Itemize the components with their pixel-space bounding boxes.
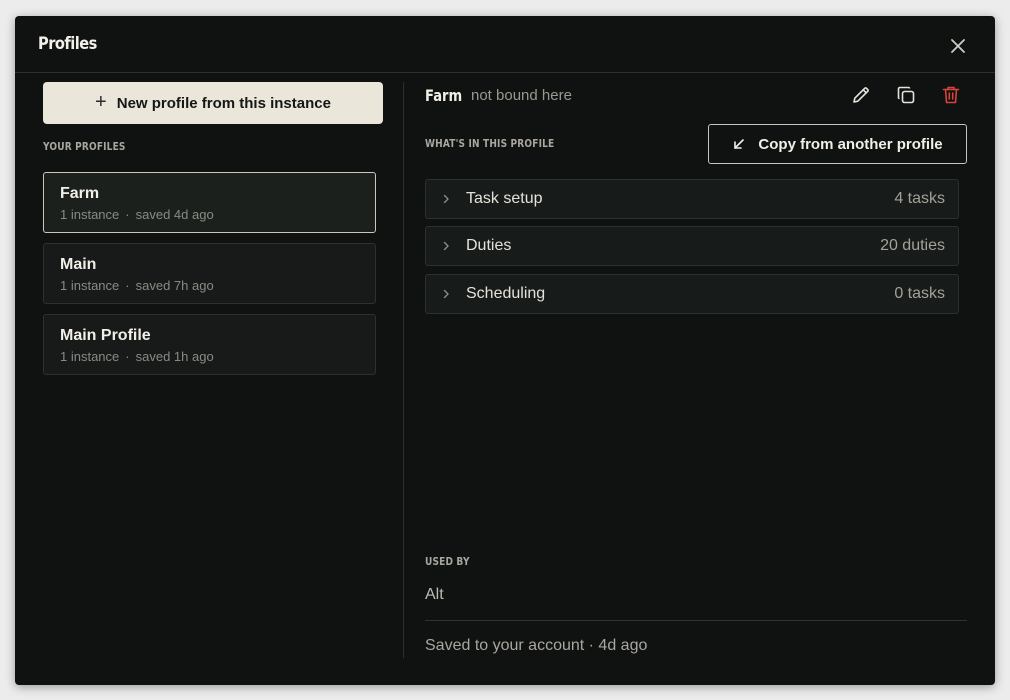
section-label: Task setup [466,190,543,207]
your-profiles-heading: YOUR PROFILES [43,140,126,153]
rename-button[interactable] [850,84,872,106]
plus-icon: + [95,90,107,113]
close-icon [951,39,965,53]
profile-contents-heading: WHAT'S IN THIS PROFILE [425,137,555,150]
delete-button[interactable] [940,84,962,106]
chevron-right-icon [443,194,449,204]
arrow-down-left-icon [734,139,745,149]
profile-instances: 1 instance [60,207,120,222]
meta-separator: · [125,278,130,293]
dialog-header: Profiles [15,16,995,73]
duplicate-icon [897,86,915,104]
profile-instances: 1 instance [60,349,120,364]
section-row-scheduling[interactable]: Scheduling 0 tasks [425,274,959,314]
profile-card-farm[interactable]: Farm 1 instance · saved 4d ago [43,172,376,233]
profile-card-main[interactable]: Main 1 instance · saved 7h ago [43,243,376,304]
meta-separator: · [125,207,130,222]
profile-name: Main [60,256,97,273]
copy-from-profile-button[interactable]: Copy from another profile [708,124,967,164]
column-divider [403,82,404,658]
profile-name: Farm [60,185,100,202]
chevron-right-icon [443,289,449,299]
profile-card-main-profile[interactable]: Main Profile 1 instance · saved 1h ago [43,314,376,375]
profile-meta: 1 instance · saved 1h ago [60,349,214,364]
dialog-title: Profiles [38,34,97,54]
used-by-instance: Alt [425,586,444,603]
profile-instances: 1 instance [60,278,120,293]
section-count: 20 duties [880,237,945,254]
profile-saved: saved 4d ago [135,207,214,222]
section-count: 0 tasks [894,285,945,302]
section-row-duties[interactable]: Duties 20 duties [425,226,959,266]
profile-name: Main Profile [60,327,151,344]
footer-divider [425,620,967,621]
binding-status: not bound here [471,87,572,104]
new-profile-label: New profile from this instance [116,94,331,112]
copy-from-label: Copy from another profile [758,135,943,153]
profile-saved: saved 1h ago [135,349,214,364]
selected-profile-name: Farm [425,86,463,105]
new-profile-button[interactable]: + New profile from this instance [43,82,383,124]
close-button[interactable] [947,35,969,57]
used-by-heading: USED BY [425,555,470,568]
section-label: Duties [466,237,512,254]
saved-status: Saved to your account · 4d ago [425,637,648,654]
section-row-task-setup[interactable]: Task setup 4 tasks [425,179,959,219]
edit-icon [853,87,869,103]
profile-meta: 1 instance · saved 4d ago [60,207,214,222]
profiles-dialog: Profiles + New profile from this instanc… [15,16,995,685]
section-count: 4 tasks [894,190,945,207]
chevron-right-icon [443,241,449,251]
section-label: Scheduling [466,285,546,302]
delete-icon [942,86,960,104]
profile-meta: 1 instance · saved 7h ago [60,278,214,293]
duplicate-button[interactable] [895,84,917,106]
profile-saved: saved 7h ago [135,278,214,293]
meta-separator: · [125,349,130,364]
